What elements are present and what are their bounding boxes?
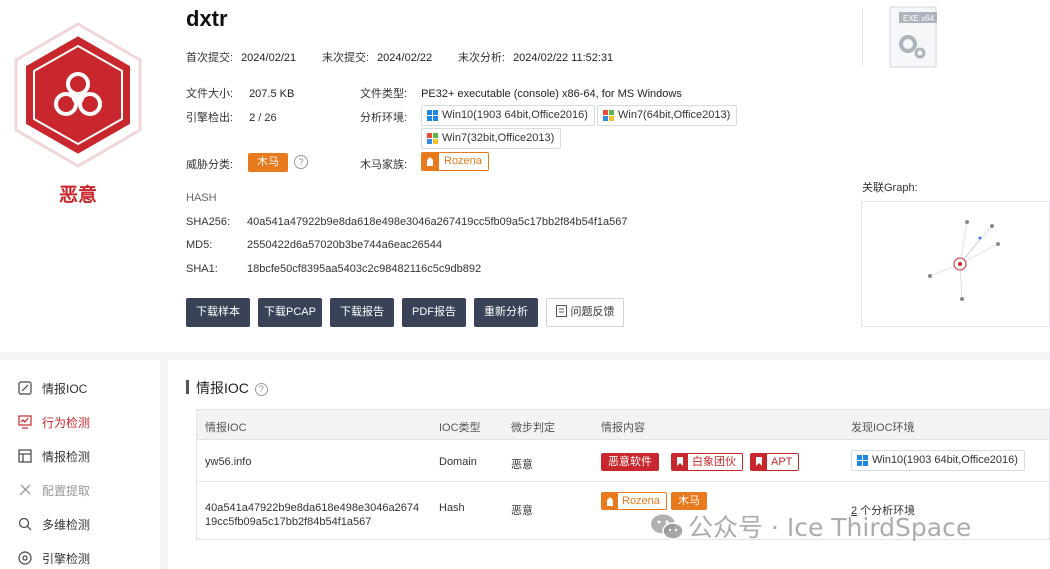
search-multi-icon xyxy=(18,517,32,531)
layout-icon xyxy=(18,449,32,463)
md5-value[interactable]: 2550422d6a57020b3be744a6eac26544 xyxy=(247,239,442,251)
last-analysis: 末次分析: 2024/02/22 11:52:31 xyxy=(458,52,614,64)
windows7-icon xyxy=(603,110,614,121)
section-marker xyxy=(186,380,189,394)
help-icon[interactable]: ? xyxy=(294,155,308,169)
feedback-button[interactable]: 问题反馈 xyxy=(546,298,624,327)
ioc-value[interactable]: 40a541a47922b9e8da618e498e3046a2674 19cc… xyxy=(205,501,419,529)
env-label: 分析环境: xyxy=(360,112,408,124)
sha1-value[interactable]: 18bcfe50cf8395aa5403c2c98482116c5c9db892 xyxy=(247,263,481,275)
col-env: 发现IOC环境 xyxy=(851,422,915,434)
trojan-icon xyxy=(602,493,618,509)
windows-icon xyxy=(427,110,438,121)
tools-icon xyxy=(19,484,31,496)
col-content: 情报内容 xyxy=(601,422,645,434)
col-ioc: 情报IOC xyxy=(205,422,247,434)
table-row[interactable]: yw56.info Domain 恶意 恶意软件 白象团伙 APT Win10(… xyxy=(196,440,1050,482)
sha1-row: SHA1: 18bcfe50cf8395aa5403c2c98482116c5c9… xyxy=(186,263,482,275)
download-pcap-button[interactable]: 下载PCAP xyxy=(258,298,322,327)
col-type: IOC类型 xyxy=(439,422,481,434)
biohazard-icon xyxy=(14,22,142,168)
reanalyze-button[interactable]: 重新分析 xyxy=(474,298,538,327)
sidebar-item-behavior[interactable]: 行为检测 xyxy=(18,414,90,431)
sidebar-item-engine[interactable]: 引擎检测 xyxy=(18,550,90,567)
ioc-value[interactable]: yw56.info xyxy=(205,456,251,468)
family-tag[interactable]: Rozena xyxy=(421,152,489,171)
ioc-type: Domain xyxy=(439,456,477,468)
windows7-icon xyxy=(427,133,438,144)
md5-row: MD5: 2550422d6a57020b3be744a6eac26544 xyxy=(186,239,443,251)
sidebar-item-multi[interactable]: 多维检测 xyxy=(18,516,90,533)
col-verdict: 微步判定 xyxy=(511,422,555,434)
file-name: dxtr xyxy=(186,6,228,31)
sidebar-item-config[interactable]: 配置提取 xyxy=(18,482,90,499)
sha256-row: SHA256: 40a541a47922b9e8da618e498e3046a26… xyxy=(186,216,628,228)
pdf-report-button[interactable]: PDF报告 xyxy=(402,298,466,327)
ioc-verdict: 恶意 xyxy=(511,459,533,471)
threat-label: 威胁分类: xyxy=(186,159,234,171)
ioc-type: Hash xyxy=(439,502,465,514)
engine-detection: 引擎检出: 2 / 26 xyxy=(186,112,277,124)
flag-icon xyxy=(672,454,688,470)
table-header: 情报IOC IOC类型 微步判定 情报内容 发现IOC环境 xyxy=(196,409,1050,440)
env-chip-win7-32[interactable]: Win7(32bit,Office2013) xyxy=(421,128,562,149)
sidebar: 情报IOC 行为检测 情报检测 配置提取 多维检测 引擎检测 xyxy=(0,360,160,569)
hash-heading: HASH xyxy=(186,192,217,204)
last-submit: 末次提交: 2024/02/22 xyxy=(322,52,433,64)
verdict-badge: 恶意 xyxy=(8,20,148,210)
exe-file-icon: EXE x64 xyxy=(889,6,937,68)
sidebar-item-ioc[interactable]: 情报IOC xyxy=(18,380,87,397)
relation-graph[interactable] xyxy=(861,201,1050,327)
download-report-button[interactable]: 下载报告 xyxy=(330,298,394,327)
engine-icon xyxy=(18,551,32,565)
download-sample-button[interactable]: 下载样本 xyxy=(186,298,250,327)
trojan-icon xyxy=(422,153,439,170)
section-title: 情报IOC ? xyxy=(196,378,268,398)
tag-group[interactable]: 白象团伙 xyxy=(671,453,743,471)
graph-canvas xyxy=(928,220,1000,301)
divider xyxy=(862,8,863,66)
monitor-icon xyxy=(18,415,32,429)
wechat-icon xyxy=(651,514,684,540)
threat-tag[interactable]: 木马 xyxy=(248,153,288,172)
sha256-value[interactable]: 40a541a47922b9e8da618e498e3046a267419cc5… xyxy=(247,216,628,228)
tag-malware[interactable]: 恶意软件 xyxy=(601,453,659,471)
sidebar-item-intel[interactable]: 情报检测 xyxy=(18,448,90,465)
svg-text:EXE x64: EXE x64 xyxy=(903,14,935,23)
family-label: 木马家族: xyxy=(360,159,408,171)
help-icon[interactable]: ? xyxy=(254,383,268,396)
verdict-label: 恶意 xyxy=(58,185,97,206)
file-type: 文件类型: PE32+ executable (console) x86-64, … xyxy=(360,88,682,100)
edit-icon xyxy=(18,381,32,395)
document-icon xyxy=(555,305,567,317)
graph-label: 关联Graph: xyxy=(862,182,918,194)
tag-apt[interactable]: APT xyxy=(750,453,800,471)
watermark: 公众号 · Ice ThirdSpace xyxy=(650,508,971,544)
ioc-verdict: 恶意 xyxy=(511,505,533,517)
windows-icon xyxy=(857,455,868,466)
env-chip-win7-64[interactable]: Win7(64bit,Office2013) xyxy=(597,105,738,126)
file-size: 文件大小: 207.5 KB xyxy=(186,88,295,100)
env-chip-win10[interactable]: Win10(1903 64bit,Office2016) xyxy=(421,105,595,126)
env-chip-win10[interactable]: Win10(1903 64bit,Office2016) xyxy=(851,450,1025,471)
file-summary-card: 恶意 dxtr 首次提交: 2024/02/21 末次提交: 2024/02/22 … xyxy=(0,0,1050,352)
flag-icon xyxy=(751,454,767,470)
first-submit: 首次提交: 2024/02/21 xyxy=(186,52,297,64)
